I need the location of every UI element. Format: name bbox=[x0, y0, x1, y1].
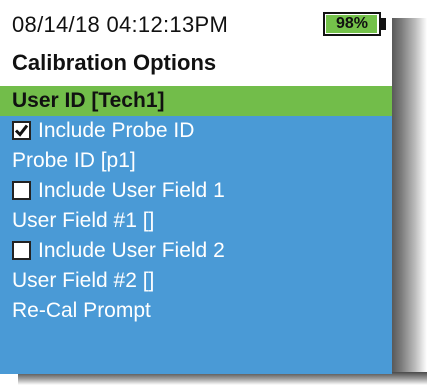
datetime-display: 08/14/18 04:12:13PM bbox=[12, 12, 229, 37]
checkbox-icon[interactable] bbox=[12, 121, 31, 140]
menu-item-label: User Field #2 [] bbox=[12, 269, 155, 292]
menu-item-re-cal-prompt[interactable]: Re-Cal Prompt bbox=[0, 296, 392, 326]
device-screen: 08/14/18 04:12:13PM 98% Calibration Opti… bbox=[0, 0, 392, 374]
page-title: Calibration Options bbox=[12, 50, 217, 75]
menu-item-include-user-field-2[interactable]: Include User Field 2 bbox=[0, 236, 392, 266]
menu-item-label: User ID [Tech1] bbox=[12, 89, 165, 112]
battery-percent-label: 98% bbox=[335, 15, 369, 32]
checkbox-icon[interactable] bbox=[12, 181, 31, 200]
status-header: 08/14/18 04:12:13PM 98% Calibration Opti… bbox=[0, 0, 392, 86]
menu-item-label: Include User Field 2 bbox=[38, 239, 225, 262]
menu-item-label: Re-Cal Prompt bbox=[12, 299, 151, 322]
menu-item-user-field-2[interactable]: User Field #2 [] bbox=[0, 266, 392, 296]
device-shadow-right bbox=[388, 18, 427, 385]
menu-item-user-field-1[interactable]: User Field #1 [] bbox=[0, 206, 392, 236]
battery-icon: 98% bbox=[323, 12, 381, 36]
menu-item-label: Probe ID [p1] bbox=[12, 149, 136, 172]
device-frame: 08/14/18 04:12:13PM 98% Calibration Opti… bbox=[0, 0, 427, 385]
checkbox-icon[interactable] bbox=[12, 241, 31, 260]
menu-item-label: Include User Field 1 bbox=[38, 179, 225, 202]
calibration-options-menu: User ID [Tech1] Include Probe ID Probe I… bbox=[0, 86, 392, 326]
menu-item-label: User Field #1 [] bbox=[12, 209, 155, 232]
battery-terminal bbox=[381, 18, 386, 30]
menu-item-label: Include Probe ID bbox=[38, 119, 195, 142]
menu-item-include-probe-id[interactable]: Include Probe ID bbox=[0, 116, 392, 146]
menu-item-include-user-field-1[interactable]: Include User Field 1 bbox=[0, 176, 392, 206]
menu-item-user-id[interactable]: User ID [Tech1] bbox=[0, 86, 392, 116]
menu-item-probe-id[interactable]: Probe ID [p1] bbox=[0, 146, 392, 176]
